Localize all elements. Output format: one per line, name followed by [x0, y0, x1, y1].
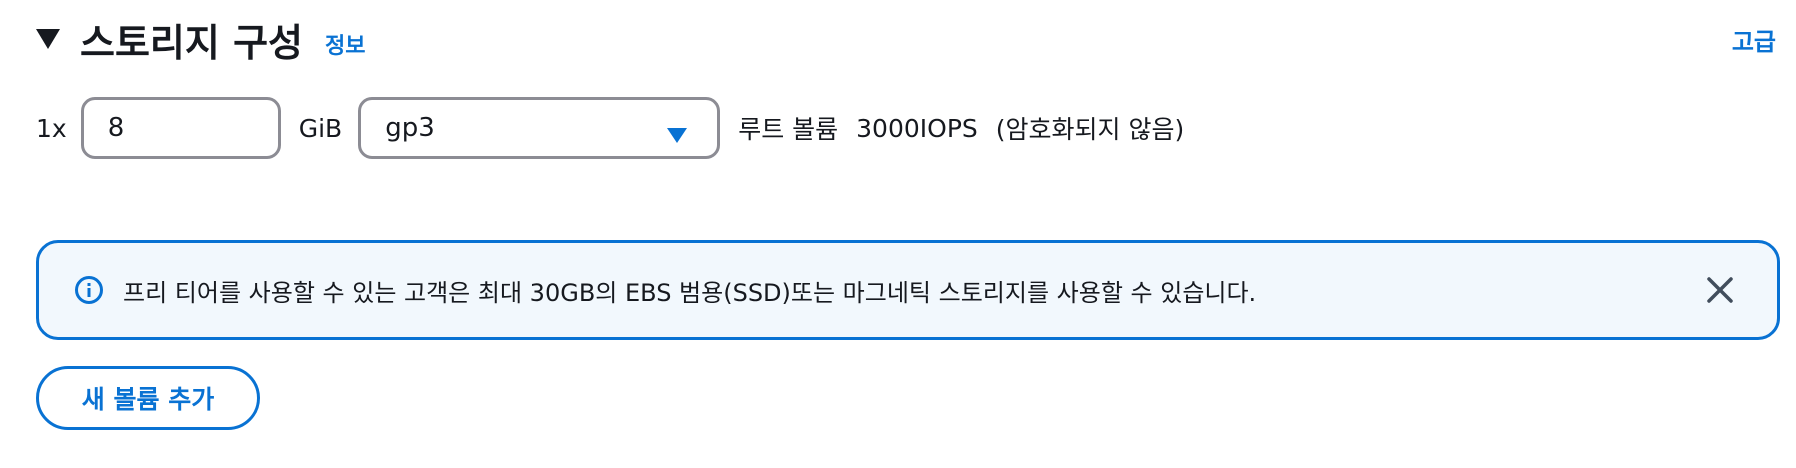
- info-link[interactable]: 정보: [325, 28, 365, 60]
- alert-text: 프리 티어를 사용할 수 있는 고객은 최대 30GB의 EBS 범용(SSD)…: [123, 278, 1257, 307]
- volume-type-value: gp3: [385, 113, 435, 143]
- collapse-caret-icon[interactable]: [34, 25, 62, 53]
- encryption-label: (암호화되지 않음): [995, 115, 1185, 144]
- volume-count-label: 1x: [36, 113, 67, 143]
- storage-config-panel: 스토리지 구성 정보 고급 1x GiB gp3 루트 볼륨 3000IOPS …: [0, 0, 1796, 468]
- volume-description: 루트 볼륨 3000IOPS (암호화되지 않음): [738, 110, 1202, 146]
- close-icon[interactable]: [1703, 273, 1737, 307]
- iops-label: 3000IOPS: [856, 113, 978, 143]
- volume-row: 1x GiB gp3 루트 볼륨 3000IOPS (암호화되지 않음): [36, 96, 1202, 160]
- section-title: 스토리지 구성: [80, 20, 303, 65]
- section-header: 스토리지 구성 정보: [34, 14, 365, 65]
- root-volume-label: 루트 볼륨: [738, 115, 839, 144]
- advanced-link[interactable]: 고급: [1732, 22, 1776, 57]
- volume-size-input[interactable]: [80, 97, 281, 159]
- caret-down-icon: [667, 121, 688, 151]
- volume-type-select[interactable]: gp3: [358, 97, 721, 159]
- info-icon: [73, 274, 105, 306]
- free-tier-info-alert: 프리 티어를 사용할 수 있는 고객은 최대 30GB의 EBS 범용(SSD)…: [36, 240, 1780, 340]
- volume-unit-label: GiB: [298, 113, 343, 143]
- add-volume-button[interactable]: 새 볼륨 추가: [36, 366, 260, 430]
